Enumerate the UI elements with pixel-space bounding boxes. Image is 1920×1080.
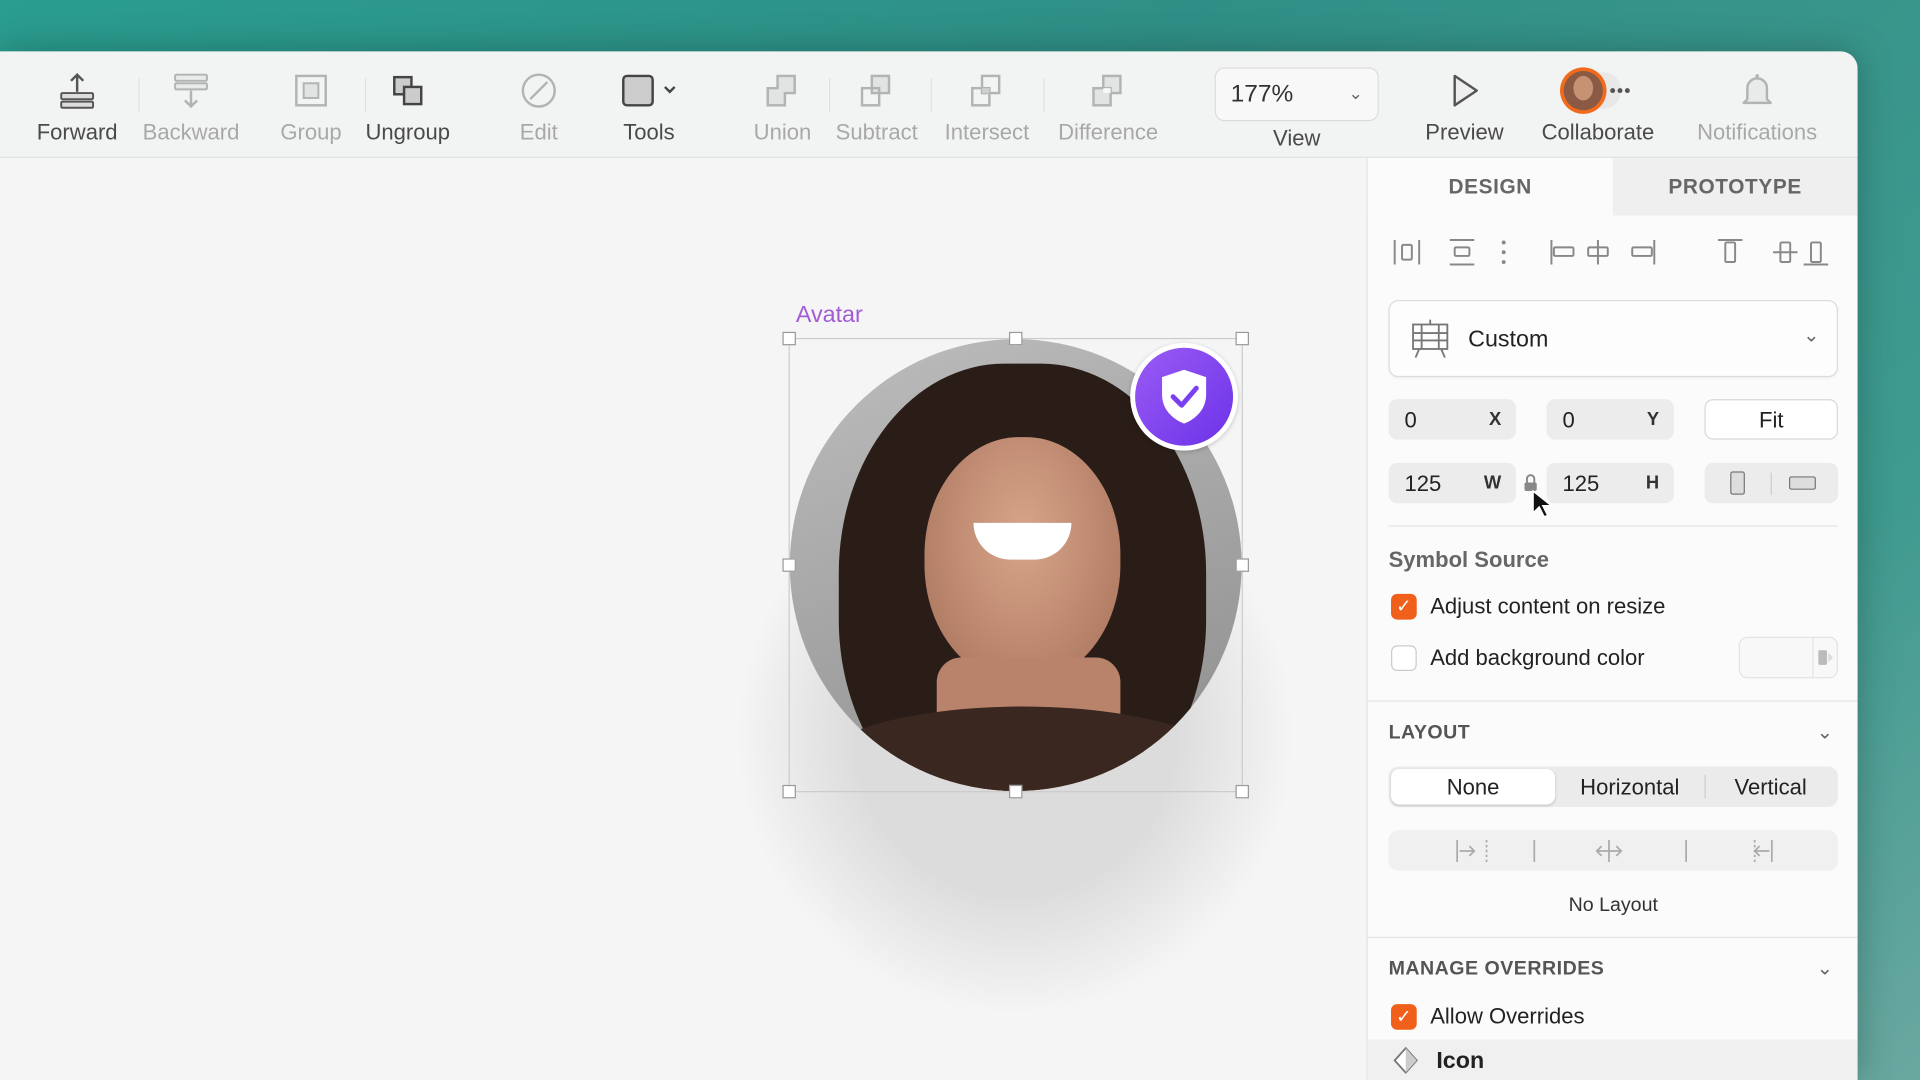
backward-button[interactable]: Backward bbox=[130, 66, 252, 146]
tools-icon bbox=[588, 66, 710, 115]
play-icon bbox=[1403, 66, 1525, 115]
send-backward-icon bbox=[130, 66, 252, 115]
forward-button[interactable]: Forward bbox=[16, 66, 138, 146]
difference-button[interactable]: Difference bbox=[1047, 66, 1169, 146]
align-toolbar[interactable] bbox=[1390, 235, 1843, 267]
tools-button[interactable]: Tools bbox=[588, 66, 710, 146]
chevron-down-icon: ⌄ bbox=[1348, 83, 1363, 103]
overrides-collapse-chevron-icon[interactable]: ⌄ bbox=[1817, 956, 1833, 980]
no-layout-text: No Layout bbox=[1568, 895, 1658, 916]
view-label-wrap: View bbox=[1273, 126, 1321, 151]
ungroup-icon bbox=[347, 66, 469, 115]
layout-alignment-control bbox=[1388, 830, 1838, 871]
intersect-icon bbox=[926, 66, 1048, 115]
allow-overrides-checkbox[interactable]: ✓ bbox=[1391, 1004, 1417, 1030]
subtract-icon bbox=[816, 66, 938, 115]
add-background-checkbox[interactable] bbox=[1391, 645, 1417, 672]
zoom-select[interactable]: 177% ⌄ bbox=[1214, 67, 1379, 122]
symbol-diamond-icon bbox=[1393, 1046, 1418, 1074]
tab-prototype[interactable]: PROTOTYPE bbox=[1612, 157, 1858, 216]
layout-collapse-chevron-icon[interactable]: ⌄ bbox=[1817, 720, 1833, 744]
override-item-icon[interactable]: Icon bbox=[1367, 1039, 1858, 1080]
layout-heading: LAYOUT bbox=[1388, 722, 1471, 744]
symbol-source-heading: Symbol Source bbox=[1388, 547, 1550, 572]
color-picker-icon bbox=[1818, 650, 1834, 665]
fit-button[interactable]: Fit bbox=[1704, 399, 1838, 440]
frame-preset-select[interactable]: Custom ⌄ bbox=[1388, 300, 1838, 378]
app-window: Forward Backward Group Ungroup Edit Tool… bbox=[0, 51, 1858, 1080]
inspector-panel: DESIGN PROTOTYPE Custom ⌄ 0X 0Y Fit 125 W bbox=[1366, 157, 1858, 1080]
height-input[interactable]: 125 H bbox=[1546, 462, 1674, 504]
edit-button[interactable]: Edit bbox=[478, 66, 600, 146]
difference-icon bbox=[1047, 66, 1169, 115]
artboard-label[interactable]: Avatar bbox=[796, 302, 863, 329]
mouse-cursor-icon bbox=[1532, 489, 1553, 518]
layout-option-horizontal[interactable]: Horizontal bbox=[1555, 769, 1704, 805]
shield-check-icon bbox=[1162, 369, 1207, 424]
intersect-button[interactable]: Intersect bbox=[926, 66, 1048, 146]
collaborator-avatar-icon bbox=[1560, 67, 1630, 114]
portrait-icon[interactable] bbox=[1730, 471, 1745, 495]
ungroup-button[interactable]: Ungroup bbox=[347, 66, 469, 146]
preview-button[interactable]: Preview bbox=[1403, 66, 1525, 146]
layout-segmented-control: None Horizontal Vertical bbox=[1388, 766, 1838, 807]
notifications-button[interactable]: Notifications bbox=[1678, 66, 1837, 146]
layout-option-vertical[interactable]: Vertical bbox=[1706, 769, 1836, 805]
toolbar: Forward Backward Group Ungroup Edit Tool… bbox=[0, 51, 1858, 158]
subtract-button[interactable]: Subtract bbox=[816, 66, 938, 146]
layout-option-none[interactable]: None bbox=[1391, 768, 1556, 805]
width-input[interactable]: 125 W bbox=[1388, 462, 1516, 504]
manage-overrides-heading: MANAGE OVERRIDES bbox=[1388, 958, 1605, 980]
background-color-well[interactable] bbox=[1738, 636, 1838, 679]
adjust-content-checkbox[interactable]: ✓ bbox=[1391, 593, 1417, 620]
collaborate-button[interactable]: Collaborate bbox=[1537, 66, 1659, 146]
landscape-icon[interactable] bbox=[1788, 476, 1816, 490]
bell-icon bbox=[1678, 66, 1837, 115]
bring-forward-icon bbox=[16, 66, 138, 115]
edit-pen-icon bbox=[478, 66, 600, 115]
x-input[interactable]: 0X bbox=[1388, 399, 1516, 440]
verified-badge bbox=[1130, 342, 1238, 451]
tab-design[interactable]: DESIGN bbox=[1367, 157, 1613, 216]
artboard-icon bbox=[1412, 319, 1449, 358]
orientation-toggle[interactable] bbox=[1704, 462, 1838, 504]
chevron-down-icon: ⌄ bbox=[1803, 325, 1820, 347]
canvas[interactable]: Avatar bbox=[0, 157, 1367, 1080]
y-input[interactable]: 0Y bbox=[1546, 399, 1674, 440]
